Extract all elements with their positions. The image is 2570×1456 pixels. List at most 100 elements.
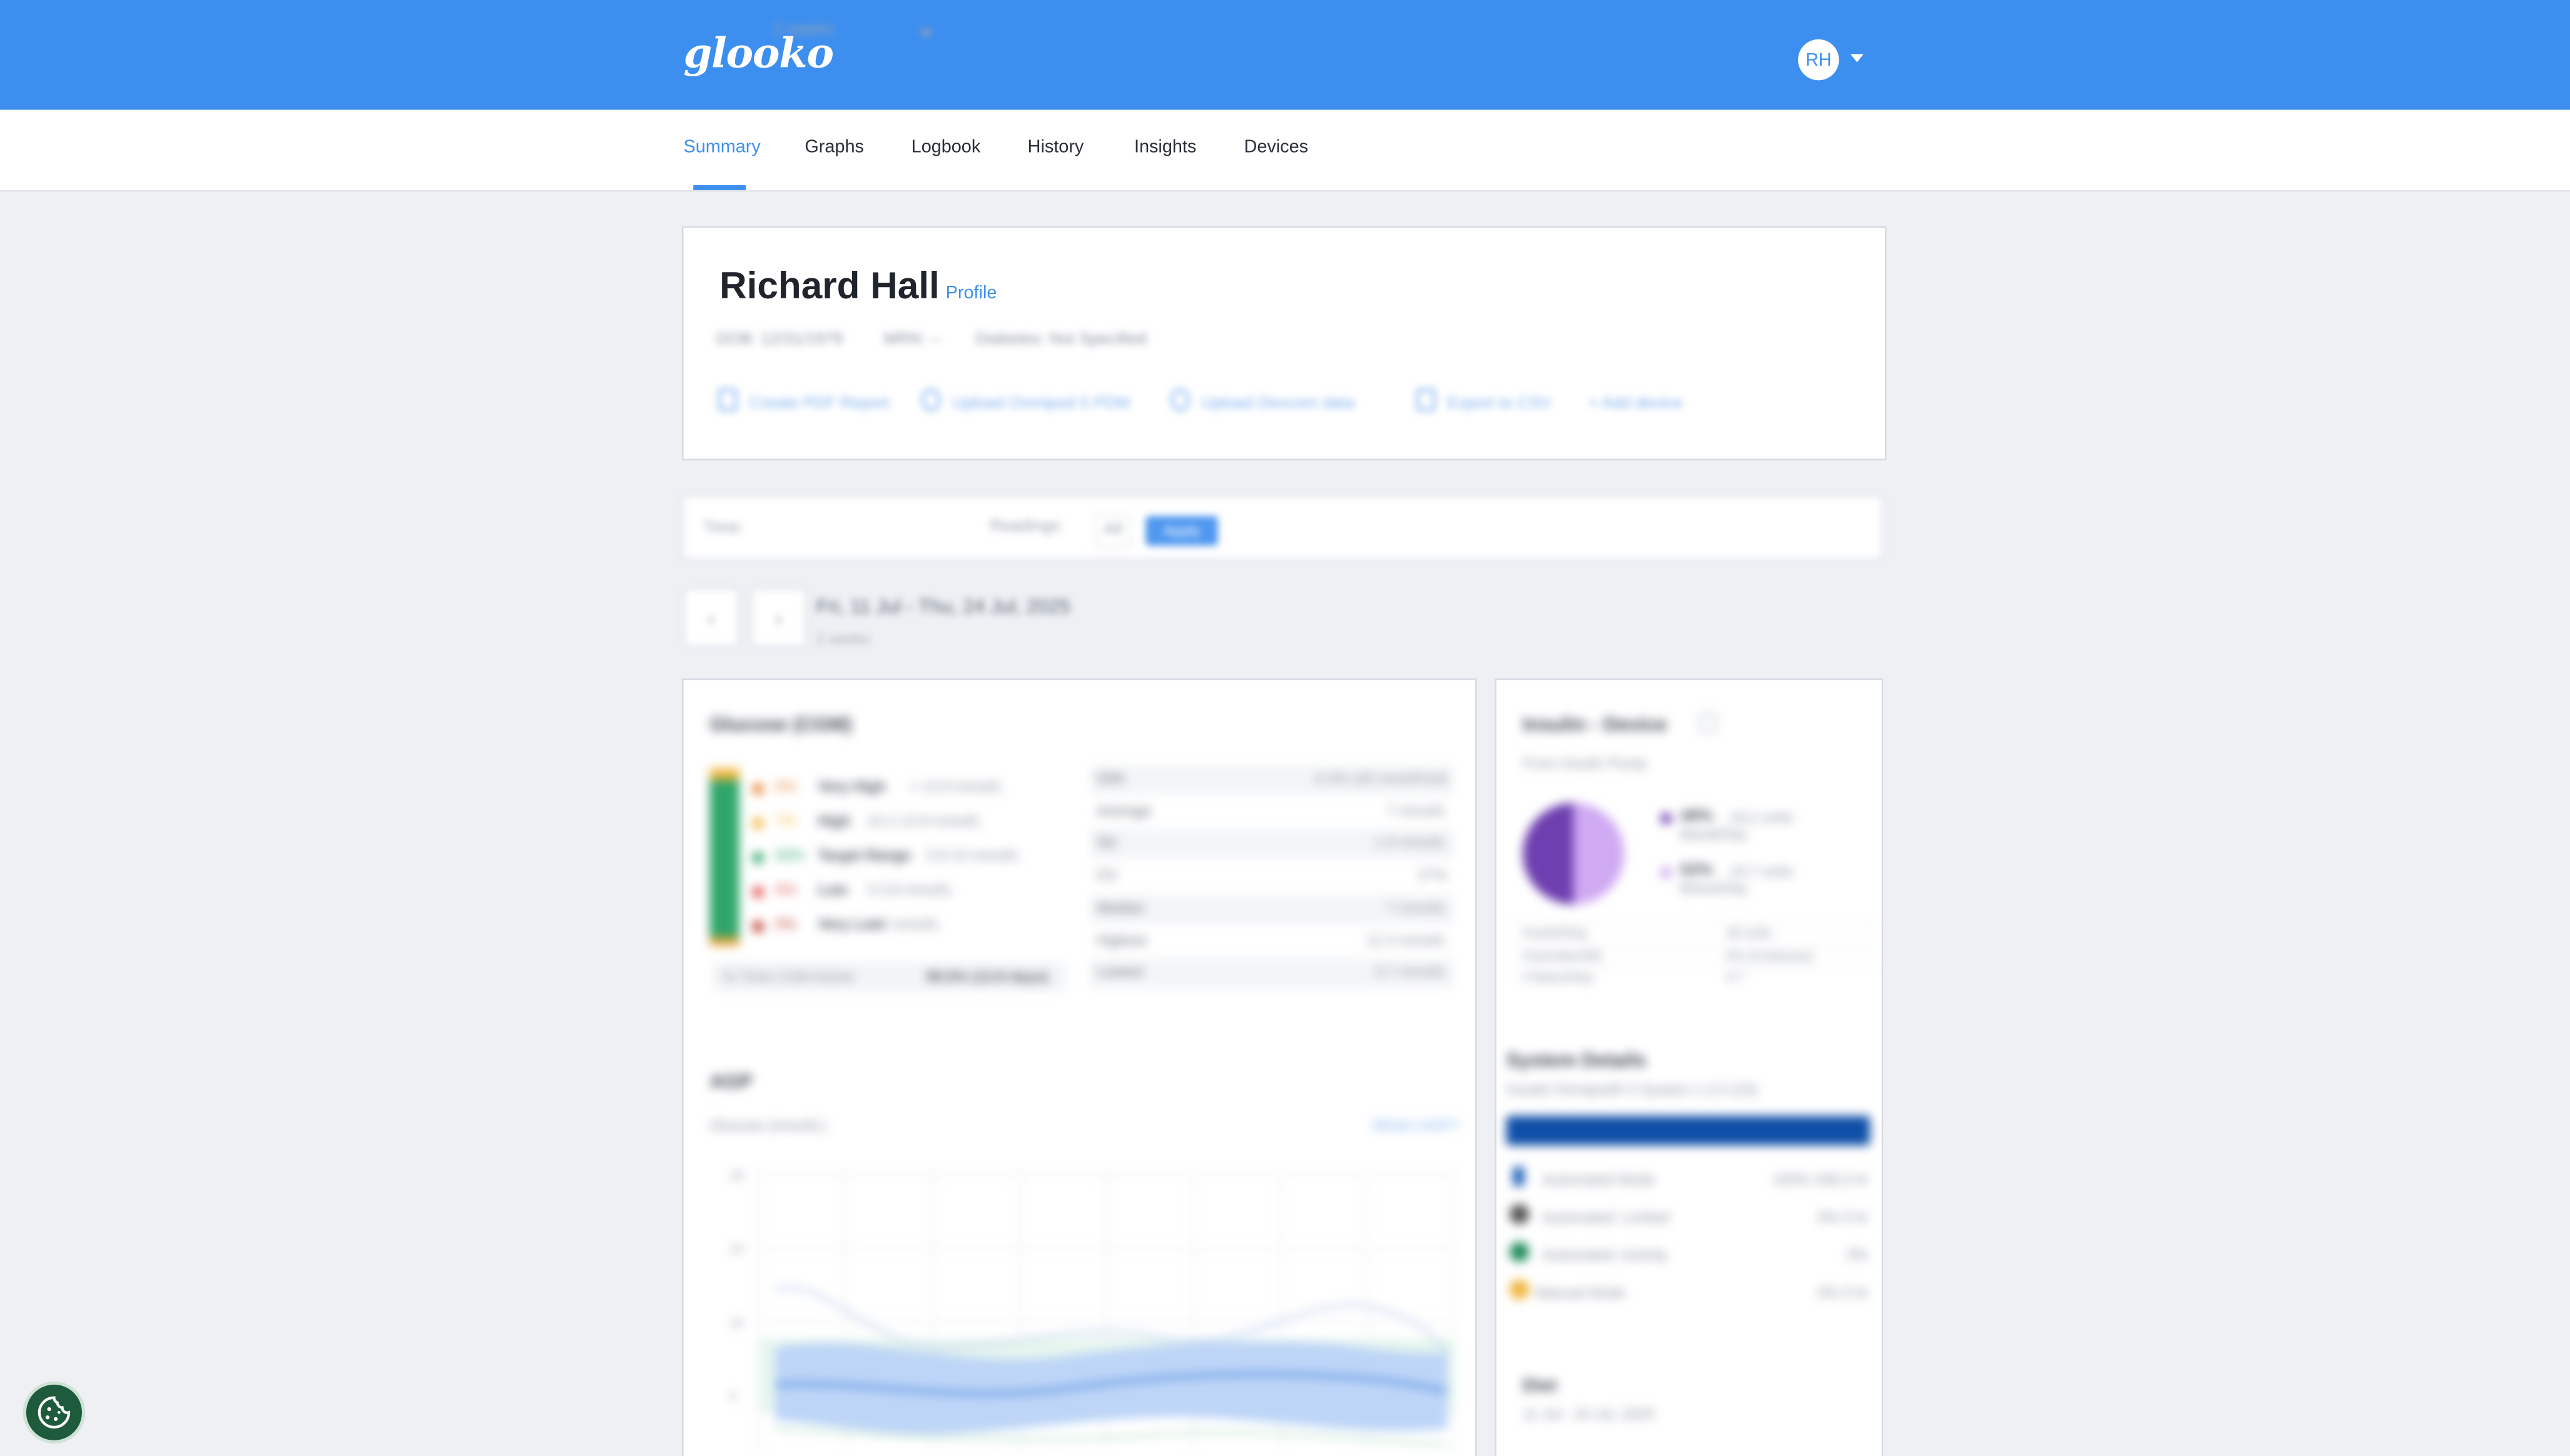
cookie-icon — [38, 1396, 71, 1428]
insulin-stat-row: Overrides/Wk 0% (0 boluses) — [1500, 944, 1881, 966]
glucose-stat-row: Median 7 mmol/L — [1090, 894, 1454, 924]
insulin-stat-row: # Bolus/Day 4.7 — [1500, 966, 1881, 988]
tab-history[interactable]: History — [1028, 138, 1084, 157]
mode-value: 0% 0 hr — [1817, 1209, 1869, 1226]
insulin-device-card: Insulin - Device From Insulin Pump 48% 18… — [1495, 678, 1884, 1456]
insulin-stat-value: 38 units — [1725, 926, 1772, 941]
automated-mode-bar — [1506, 1116, 1871, 1146]
system-details-title: System Details — [1506, 1048, 1647, 1072]
mode-label: Automated: Limited — [1542, 1209, 1670, 1226]
insulin-stat-label: Insulin/Day — [1522, 926, 1588, 941]
tab-logbook[interactable]: Logbook — [912, 138, 981, 157]
active-tab-indicator — [693, 185, 746, 190]
chevron-down-icon — [919, 29, 933, 38]
cgm-active-label: % Time CGM Active — [723, 968, 855, 985]
tab-summary[interactable]: Summary — [683, 138, 760, 157]
time-range-select[interactable]: 2 weeks — [764, 21, 941, 51]
mode-value: 0% 0 hr — [1817, 1285, 1869, 1302]
filter-bar: Time: — [681, 495, 1884, 561]
mode-icon — [1509, 1280, 1530, 1300]
legend-swatch — [1660, 812, 1672, 824]
insulin-subtitle: From Insulin Pump — [1522, 755, 1647, 772]
pdf-report-icon — [718, 388, 738, 412]
readings-select[interactable]: All — [1095, 514, 1131, 548]
cookie-settings-button[interactable] — [23, 1381, 86, 1444]
agp-help-link[interactable]: What's AGP? — [1372, 1118, 1460, 1134]
tab-devices[interactable]: Devices — [1244, 138, 1309, 157]
info-icon[interactable] — [1699, 712, 1717, 733]
user-upload-icon — [1170, 388, 1191, 412]
glucose-summary-card: Glucose (CGM) 0% Very High > 13.9 mmol/L 7%… — [681, 678, 1477, 1456]
next-period-button[interactable]: › — [750, 588, 806, 647]
mode-label: Automated Mode — [1542, 1171, 1655, 1188]
patient-profile-card: Richard Hall Profile DOB: 12/31/1979 MRN… — [681, 226, 1887, 461]
upload-pdm-link[interactable]: Upload Omnipod 5 PDM — [952, 395, 1130, 413]
range-detail: > 13.9 mmol/L — [910, 778, 1004, 795]
range-label: Very High — [818, 778, 886, 795]
main-navigation: Summary Graphs Logbook History Insights … — [0, 109, 2570, 192]
mode-icon — [1509, 1241, 1530, 1262]
agp-ytick: 20 — [729, 1168, 744, 1183]
agp-ytick: 15 — [729, 1242, 744, 1256]
mode-value: 0% — [1847, 1246, 1869, 1263]
caret-down-icon[interactable] — [1850, 54, 1864, 63]
export-csv-link[interactable]: Export to CSV — [1447, 395, 1551, 413]
range-dot — [752, 817, 764, 829]
insulin-title: Insulin - Device — [1522, 712, 1667, 736]
agp-title: AGP — [709, 1069, 753, 1093]
user-upload-icon — [921, 388, 941, 412]
stat-label: SD — [1096, 834, 1117, 851]
agp-subtitle: Glucose (mmol/L) — [709, 1117, 826, 1134]
glucose-title: Glucose (CGM) — [709, 712, 852, 736]
glucose-stat-row: CV 27% — [1090, 862, 1454, 891]
create-pdf-report-link[interactable]: Create PDF Report — [749, 395, 889, 413]
time-label: Time: — [703, 519, 744, 538]
readings-label: Readings: — [990, 517, 1064, 536]
upload-cgm-link[interactable]: Upload Dexcom data — [1201, 395, 1354, 413]
previous-period-button[interactable]: ‹ — [683, 588, 739, 647]
range-dot — [752, 921, 764, 933]
stat-value: 12.3 mmol/L — [1366, 931, 1448, 948]
insulin-stat-value: 0% (0 boluses) — [1725, 948, 1814, 963]
top-header: glooko RH — [0, 0, 2570, 110]
legend-detail: 19.7 units — [1729, 863, 1794, 880]
stat-label: Median — [1096, 899, 1145, 916]
range-detail: 10.1-13.9 mmol/L — [866, 812, 982, 829]
legend-percent: 48% — [1680, 807, 1713, 826]
date-range-label: Fri, 11 Jul - Thu, 24 Jul, 2025 — [816, 595, 1070, 618]
export-icon — [1416, 388, 1436, 412]
range-dot — [752, 783, 764, 795]
patient-dob: DOB: 12/31/1979 — [716, 331, 843, 350]
stat-value: 6.3% (45 mmol/mol) — [1315, 770, 1448, 787]
system-details-subtitle: Insulet Omnipod® 5 System 1.2.0 (23) — [1506, 1081, 1758, 1098]
mode-label: Manual Mode — [1535, 1285, 1625, 1302]
tab-insights[interactable]: Insights — [1134, 138, 1196, 157]
legend-sub: Bolus/Day — [1680, 879, 1747, 897]
mode-label: Automated: Activity — [1542, 1246, 1668, 1263]
user-avatar[interactable]: RH — [1798, 39, 1839, 81]
add-device-link[interactable]: + Add device — [1588, 395, 1683, 413]
stat-value: 27% — [1418, 867, 1448, 884]
stat-value: 1.9 mmol/L — [1374, 834, 1448, 851]
stat-value: 7 mmol/L — [1386, 802, 1448, 819]
agp-ytick: 10 — [729, 1316, 744, 1330]
legend-swatch — [1660, 866, 1672, 879]
tab-graphs[interactable]: Graphs — [805, 138, 864, 157]
range-percent: 0% — [775, 881, 797, 898]
glucose-stat-row: Average 7 mmol/L — [1090, 797, 1454, 827]
apply-button[interactable]: Apply — [1145, 516, 1218, 546]
agp-chart: 20 15 10 5 — [729, 1166, 1456, 1453]
profile-link[interactable]: Profile — [946, 283, 997, 303]
agp-ytick: 5 — [729, 1390, 737, 1404]
patient-name: Richard Hall — [719, 263, 940, 306]
legend-percent: 52% — [1680, 862, 1713, 880]
diet-date-range: 11 Jul - 24 Jul, 2025 — [1522, 1405, 1655, 1423]
range-dot — [752, 852, 764, 864]
basal-slice — [1522, 802, 1574, 905]
legend-detail: 18.2 units — [1729, 809, 1794, 826]
stat-value: 3.7 mmol/L — [1374, 963, 1448, 981]
range-detail: 3.9-10 mmol/L — [926, 847, 1020, 864]
stat-label: CV — [1096, 867, 1117, 884]
cgm-active-row: % Time CGM Active 99.5% (13.9 days) — [713, 961, 1065, 992]
range-percent: 7% — [775, 812, 797, 829]
